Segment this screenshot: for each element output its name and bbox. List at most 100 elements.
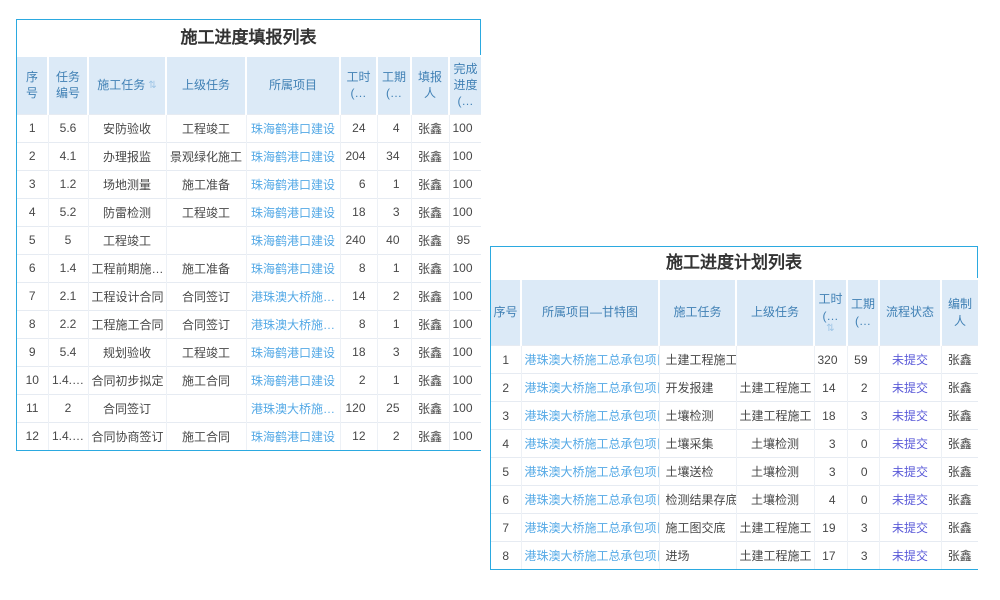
table-cell: 2 bbox=[377, 422, 411, 450]
project-link[interactable]: 珠海鹤港口建设 bbox=[251, 234, 335, 248]
column-header-4: 所属项目 bbox=[246, 56, 340, 114]
table-cell: 施工准备 bbox=[166, 254, 246, 282]
column-header-label: 上级任务 bbox=[182, 77, 230, 93]
project-link[interactable]: 珠海鹤港口建设 bbox=[251, 430, 335, 444]
table-cell: 珠海鹤港口建设 bbox=[246, 366, 340, 394]
project-link[interactable]: 珠海鹤港口建设 bbox=[251, 178, 335, 192]
column-header-label: 完成 进度 (… bbox=[453, 61, 477, 110]
table-cell: 3 bbox=[814, 458, 847, 486]
table-cell bbox=[166, 226, 246, 254]
table-row: 4港珠澳大桥施工总承包项目土壤采集土壤检测30未提交张鑫 bbox=[491, 430, 978, 458]
table-cell: 珠海鹤港口建设 bbox=[246, 226, 340, 254]
table-row: 61.4工程前期施…施工准备珠海鹤港口建设81张鑫100 bbox=[17, 254, 481, 282]
table-cell: 工程竣工 bbox=[88, 226, 166, 254]
project-link[interactable]: 珠海鹤港口建设 bbox=[251, 206, 335, 220]
table-cell: 59 bbox=[847, 346, 879, 374]
flow-status-link[interactable]: 未提交 bbox=[892, 437, 928, 451]
flow-status-link[interactable]: 未提交 bbox=[892, 521, 928, 535]
table-cell: 土壤送检 bbox=[659, 458, 736, 486]
table-cell: 100 bbox=[449, 170, 481, 198]
table-cell: 18 bbox=[340, 198, 377, 226]
table-cell: 港珠澳大桥施工总承包项目 bbox=[521, 402, 659, 430]
table-cell: 5 bbox=[17, 226, 48, 254]
project-link[interactable]: 珠海鹤港口建设 bbox=[251, 374, 335, 388]
project-link[interactable]: 港珠澳大桥施工总承包项目 bbox=[525, 465, 660, 479]
flow-status-link[interactable]: 未提交 bbox=[892, 353, 928, 367]
table-cell: 204 bbox=[340, 142, 377, 170]
column-header-6: 流程状态 bbox=[879, 279, 941, 346]
table-cell: 张鑫 bbox=[411, 310, 449, 338]
table-cell: 张鑫 bbox=[411, 114, 449, 142]
table-cell: 14 bbox=[340, 282, 377, 310]
table-cell: 1 bbox=[377, 254, 411, 282]
flow-status-link[interactable]: 未提交 bbox=[892, 493, 928, 507]
table-cell: 4 bbox=[377, 114, 411, 142]
table-cell: 120 bbox=[340, 394, 377, 422]
table-cell: 施工准备 bbox=[166, 170, 246, 198]
table-cell: 6 bbox=[17, 254, 48, 282]
table-cell bbox=[736, 346, 814, 374]
project-link[interactable]: 港珠澳大桥施工总承包项目 bbox=[525, 437, 660, 451]
table-cell: 240 bbox=[340, 226, 377, 254]
header-row: 序 号任务 编号施工任务⇅上级任务所属项目工时 (…工期 (…填报 人完成 进度… bbox=[17, 56, 481, 114]
column-header-label: 填报 人 bbox=[418, 69, 442, 101]
table-cell: 土壤检测 bbox=[736, 486, 814, 514]
project-link[interactable]: 珠海鹤港口建设 bbox=[251, 262, 335, 276]
table-cell: 张鑫 bbox=[411, 282, 449, 310]
table-cell: 未提交 bbox=[879, 458, 941, 486]
table-row: 15.6安防验收工程竣工珠海鹤港口建设244张鑫100 bbox=[17, 114, 481, 142]
flow-status-link[interactable]: 未提交 bbox=[892, 409, 928, 423]
table-cell: 施工合同 bbox=[166, 422, 246, 450]
table-cell: 张鑫 bbox=[941, 346, 978, 374]
column-header-5: 工期 (… bbox=[847, 279, 879, 346]
table-cell: 1.4.… bbox=[48, 366, 88, 394]
table-cell: 珠海鹤港口建设 bbox=[246, 422, 340, 450]
flow-status-link[interactable]: 未提交 bbox=[892, 549, 928, 563]
flow-status-link[interactable]: 未提交 bbox=[892, 465, 928, 479]
project-link[interactable]: 港珠澳大桥施… bbox=[251, 318, 335, 332]
column-header-2[interactable]: 施工任务⇅ bbox=[88, 56, 166, 114]
table-row: 2港珠澳大桥施工总承包项目开发报建土建工程施工142未提交张鑫 bbox=[491, 374, 978, 402]
table-cell: 合同签订 bbox=[166, 310, 246, 338]
project-link[interactable]: 港珠澳大桥施工总承包项目 bbox=[525, 549, 660, 563]
table-cell: 1.4.… bbox=[48, 422, 88, 450]
project-link[interactable]: 珠海鹤港口建设 bbox=[251, 122, 335, 136]
table-cell: 9 bbox=[17, 338, 48, 366]
table-cell: 2.2 bbox=[48, 310, 88, 338]
project-link[interactable]: 港珠澳大桥施工总承包项目 bbox=[525, 381, 660, 395]
project-link[interactable]: 港珠澳大桥施工总承包项目 bbox=[525, 493, 660, 507]
column-header-1: 所属项目—甘特图 bbox=[521, 279, 659, 346]
project-link[interactable]: 港珠澳大桥施工总承包项目 bbox=[525, 409, 660, 423]
table-cell: 3 bbox=[377, 198, 411, 226]
column-header-3: 上级任务 bbox=[736, 279, 814, 346]
table-cell: 6 bbox=[491, 486, 521, 514]
table-cell: 34 bbox=[377, 142, 411, 170]
table-cell: 12 bbox=[17, 422, 48, 450]
sort-icon[interactable]: ⇅ bbox=[816, 324, 845, 334]
table-cell: 100 bbox=[449, 114, 481, 142]
table-cell: 港珠澳大桥施工总承包项目 bbox=[521, 374, 659, 402]
table-cell: 合同协商签订 bbox=[88, 422, 166, 450]
progress-report-table: 序 号任务 编号施工任务⇅上级任务所属项目工时 (…工期 (…填报 人完成 进度… bbox=[17, 55, 481, 450]
column-header-4[interactable]: 工时 (…⇅ bbox=[814, 279, 847, 346]
table-row: 1港珠澳大桥施工总承包项目土建工程施工32059未提交张鑫 bbox=[491, 346, 978, 374]
flow-status-link[interactable]: 未提交 bbox=[892, 381, 928, 395]
table-cell: 珠海鹤港口建设 bbox=[246, 338, 340, 366]
table-cell: 3 bbox=[847, 402, 879, 430]
table-cell: 3 bbox=[847, 542, 879, 570]
progress-plan-panel: 施工进度计划列表 序号所属项目—甘特图施工任务上级任务工时 (…⇅工期 (…流程… bbox=[490, 246, 978, 570]
sort-icon[interactable]: ⇅ bbox=[148, 80, 156, 91]
project-link[interactable]: 珠海鹤港口建设 bbox=[251, 346, 335, 360]
table-cell: 工程前期施… bbox=[88, 254, 166, 282]
table-cell: 6 bbox=[340, 170, 377, 198]
project-link[interactable]: 港珠澳大桥施… bbox=[251, 402, 335, 416]
project-link[interactable]: 港珠澳大桥施工总承包项目 bbox=[525, 353, 660, 367]
column-header-5: 工时 (… bbox=[340, 56, 377, 114]
table-cell: 港珠澳大桥施… bbox=[246, 310, 340, 338]
project-link[interactable]: 珠海鹤港口建设 bbox=[251, 150, 335, 164]
project-link[interactable]: 港珠澳大桥施工总承包项目 bbox=[525, 521, 660, 535]
column-header-2: 施工任务 bbox=[659, 279, 736, 346]
table-cell: 张鑫 bbox=[941, 542, 978, 570]
table-cell: 张鑫 bbox=[411, 338, 449, 366]
project-link[interactable]: 港珠澳大桥施… bbox=[251, 290, 335, 304]
